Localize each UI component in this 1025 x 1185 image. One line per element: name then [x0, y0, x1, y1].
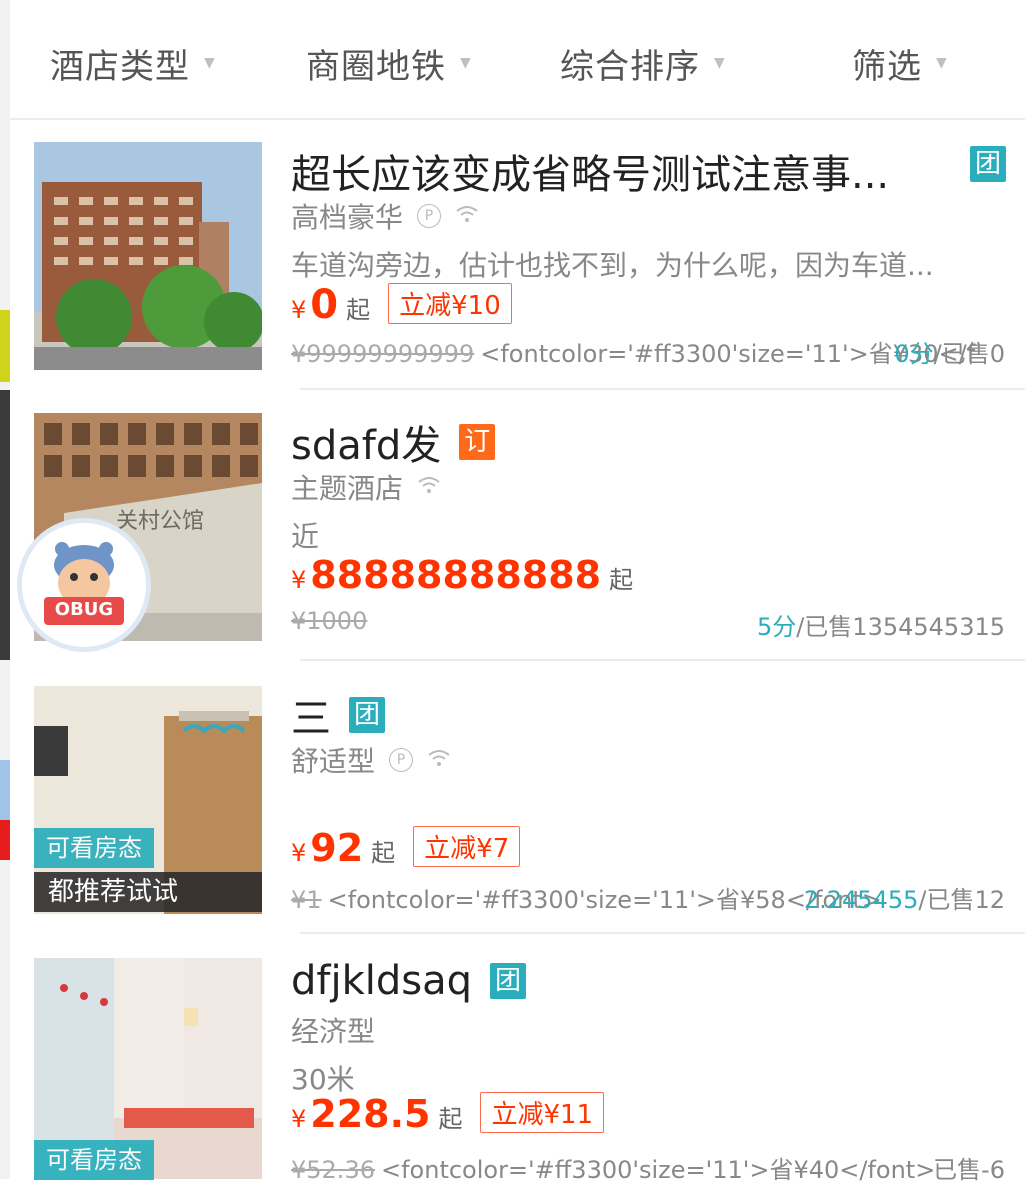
left-edge-strip-red: [0, 820, 10, 860]
hotel-name-row: sdafd发 订: [291, 413, 496, 471]
filter-label: 综合排序: [560, 46, 700, 87]
sold-count: /已售12: [918, 886, 1005, 914]
sold-count: /已售1354545315: [796, 613, 1005, 641]
filter-label: 酒店类型: [50, 46, 190, 87]
raw-markup-text: <fontcolor='#ff3300'size='11'>省¥40</font…: [380, 1156, 936, 1184]
price-row: ¥ 92 起 立减¥7: [291, 826, 521, 871]
filter-sort[interactable]: 综合排序 ▼: [560, 40, 725, 87]
hotel-name: 三: [291, 696, 331, 742]
hotel-type: 高档豪华: [291, 201, 404, 234]
rating-score: 0分: [894, 340, 934, 368]
price-from-label: 起: [438, 1105, 463, 1133]
hotel-type: 主题酒店: [291, 472, 404, 505]
chevron-down-icon: ▼: [460, 55, 471, 71]
rating-sold: 0分/已售0: [894, 334, 1005, 369]
hotel-location-desc: 近: [291, 520, 320, 553]
discount-tag: 立减¥11: [480, 1092, 605, 1133]
hotel-list-item[interactable]: 可看房态 都推荐试试 三 团 舒适型 P ¥ 92 起 立减¥7 ¥1 <font…: [10, 686, 1025, 934]
group-buy-badge: 团: [349, 697, 385, 733]
price: 88888888888: [310, 553, 602, 597]
sold-count: /已售0: [933, 340, 1005, 368]
price: 228.5: [310, 1092, 431, 1136]
original-price: ¥1000: [291, 607, 368, 635]
chevron-down-icon: ▼: [204, 55, 215, 71]
original-price: ¥1: [291, 886, 322, 914]
hotel-name-row: 三 团: [291, 686, 385, 744]
hotel-meta-row: ¥1000 5分/已售1354545315: [291, 607, 1005, 641]
wifi-icon: [417, 475, 441, 500]
wifi-icon: [455, 204, 479, 229]
hotel-name: sdafd发: [291, 423, 442, 469]
parking-icon: P: [417, 204, 442, 228]
hotel-type: 经济型: [291, 1015, 376, 1048]
obug-debug-button[interactable]: OBUG: [22, 523, 146, 647]
svg-text:关村公馆: 关村公馆: [116, 509, 204, 534]
hotel-list-item[interactable]: 可看房态 dfjkldsaq 团 经济型 30米 ¥ 228.5 起 立减¥11…: [10, 958, 1025, 1184]
currency-symbol: ¥: [291, 839, 307, 867]
price-row: ¥ 0 起 立减¥10: [291, 282, 512, 328]
hotel-meta-row: ¥52.36 <fontcolor='#ff3300'size='11'>省¥40…: [291, 1150, 1005, 1185]
group-buy-badge: 团: [490, 963, 526, 999]
group-buy-badge: 团: [970, 146, 1006, 182]
sold-count: 已售-6: [933, 1156, 1005, 1184]
hotel-meta-row: ¥99999999999 <fontcolor='#ff3300'size='11…: [291, 334, 1005, 369]
chevron-down-icon: ▼: [714, 55, 725, 71]
divider: [300, 932, 1025, 934]
currency-symbol: ¥: [291, 296, 307, 324]
parking-icon: P: [389, 748, 414, 772]
left-edge-strip-yellow: [0, 310, 10, 382]
original-price: ¥52.36: [291, 1156, 375, 1184]
hotel-list-item[interactable]: 关村公馆 sdafd发 订 主题酒店 近 ¥ 88888888888 起 ¥10…: [10, 413, 1025, 661]
currency-symbol: ¥: [291, 1105, 307, 1133]
filter-bar: 酒店类型 ▼ 商圈地铁 ▼ 综合排序 ▼ 筛选 ▼: [10, 0, 1025, 120]
price-from-label: 起: [346, 296, 371, 324]
left-edge-strip-dark: [0, 390, 10, 660]
hotel-name-row: dfjkldsaq 团: [291, 958, 526, 1004]
price-from-label: 起: [609, 566, 634, 594]
rating-sold: 2.245455/已售12: [804, 880, 1005, 915]
obug-label: OBUG: [54, 599, 114, 620]
wifi-icon: [427, 748, 451, 773]
room-status-tag: 可看房态: [34, 828, 154, 868]
raw-markup-text: <fontcolor='#ff3300'size='11'>省¥58</font…: [327, 886, 882, 914]
chevron-down-icon: ▼: [936, 55, 947, 71]
hotel-name: 超长应该变成省略号测试注意事...: [291, 152, 890, 198]
hotel-photo: [34, 142, 262, 370]
hotel-location-desc: 车道沟旁边，估计也找不到，为什么呢，因为车道...: [291, 249, 934, 282]
price: 92: [310, 826, 364, 870]
filter-label: 商圈地铁: [306, 46, 446, 87]
price-from-label: 起: [371, 839, 396, 867]
hotel-list-item[interactable]: 超长应该变成省略号测试注意事... 团 高档豪华 P 车道沟旁边，估计也找不到，…: [10, 142, 1025, 390]
price: 0: [310, 282, 339, 328]
room-status-tag: 可看房态: [34, 1140, 154, 1180]
filter-business-district[interactable]: 商圈地铁 ▼: [306, 40, 471, 87]
rating-score: 5分: [756, 613, 797, 641]
rating-score: 2.245455: [803, 886, 919, 914]
divider: [300, 659, 1025, 661]
hotel-name: dfjkldsaq: [291, 958, 472, 1004]
divider: [300, 388, 1025, 390]
original-price: ¥99999999999: [291, 340, 475, 368]
discount-tag: 立减¥10: [388, 283, 512, 324]
rating-sold: 5分/已售1354545315: [757, 607, 1005, 642]
filter-hotel-type[interactable]: 酒店类型 ▼: [50, 40, 215, 87]
filter-label: 筛选: [852, 46, 922, 87]
hotel-type-row: 高档豪华 P: [291, 196, 479, 236]
discount-tag: 立减¥7: [413, 826, 521, 867]
recommend-banner: 都推荐试试: [34, 872, 262, 912]
price-row: ¥ 228.5 起 立减¥11: [291, 1092, 605, 1137]
price-row: ¥ 88888888888 起: [291, 553, 633, 597]
hotel-name-row: 超长应该变成省略号测试注意事...: [291, 142, 889, 200]
hotel-type-row: 主题酒店: [291, 467, 441, 507]
hotel-type-row: 舒适型 P: [291, 740, 451, 780]
booking-badge: 订: [459, 424, 496, 460]
hotel-type: 舒适型: [291, 745, 376, 778]
filter-screen[interactable]: 筛选 ▼: [852, 40, 947, 87]
hotel-meta-row: ¥1 <fontcolor='#ff3300'size='11'>省¥58</fo…: [291, 880, 1005, 915]
hotel-type-row: 经济型: [291, 1010, 375, 1050]
currency-symbol: ¥: [291, 566, 307, 594]
